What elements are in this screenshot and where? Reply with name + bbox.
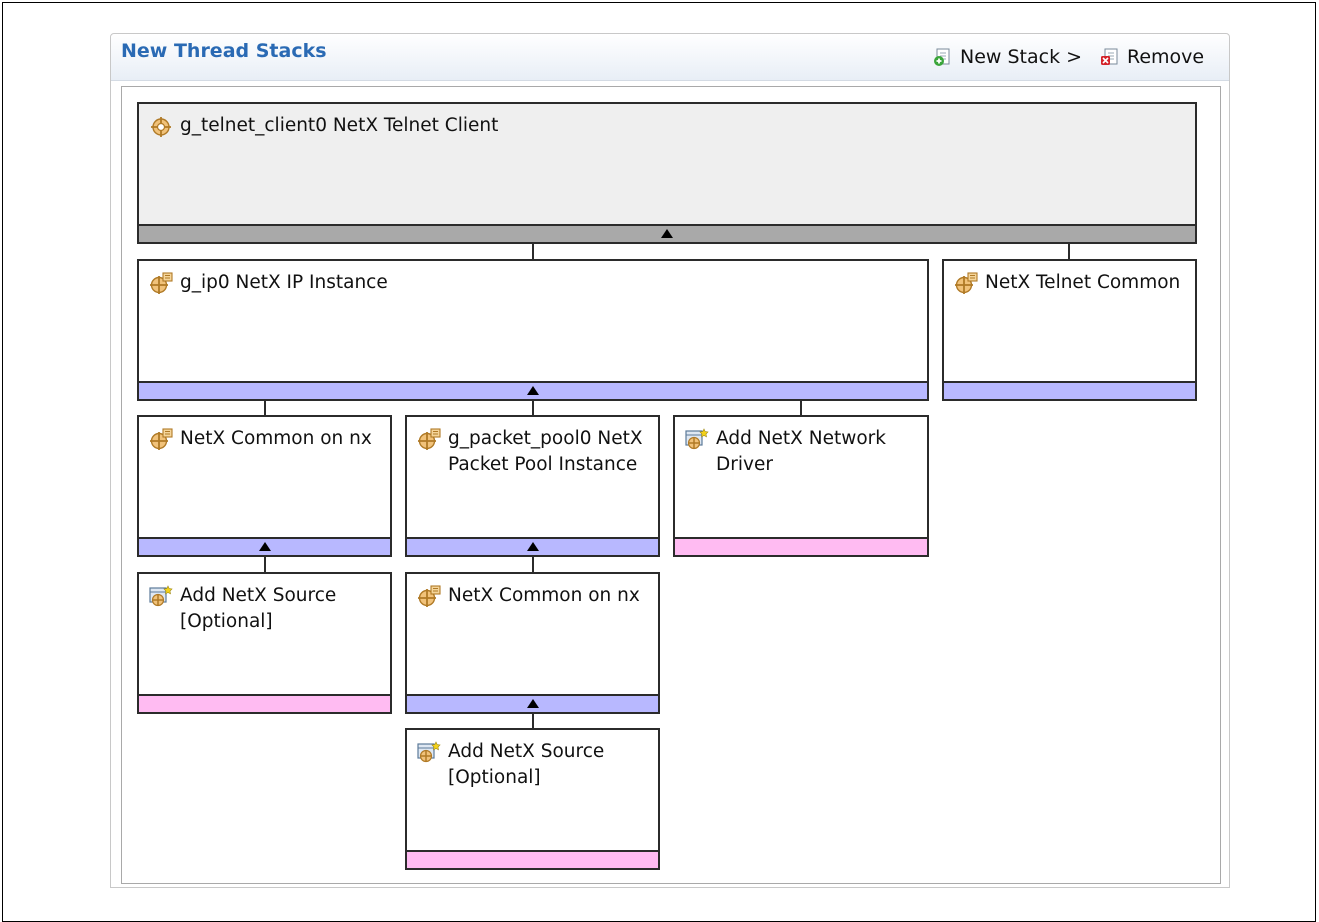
module-bar — [139, 224, 1195, 242]
stack-canvas: g_telnet_client0 NetX Telnet Client g_ip… — [121, 86, 1221, 884]
module-label: NetX Common on nx — [180, 428, 372, 449]
expand-up-arrow-icon[interactable] — [258, 542, 271, 551]
module-bar — [139, 694, 390, 712]
module-add-source-optional[interactable]: Add NetX Source [Optional] — [405, 728, 660, 870]
add-module-icon — [417, 741, 441, 765]
module-gear-icon — [417, 585, 441, 609]
remove-button[interactable]: Remove — [1100, 45, 1204, 69]
module-gear-icon — [417, 428, 441, 452]
module-add-network-driver[interactable]: Add NetX Network Driver — [673, 415, 929, 557]
module-ip-instance[interactable]: g_ip0 NetX IP Instance — [137, 259, 929, 401]
module-add-source-optional[interactable]: Add NetX Source [Optional] — [137, 572, 392, 714]
module-label: g_ip0 NetX IP Instance — [180, 272, 388, 293]
module-bar — [944, 381, 1195, 399]
module-bar — [139, 537, 390, 555]
expand-up-arrow-icon[interactable] — [527, 386, 539, 395]
expand-up-arrow-icon[interactable] — [526, 542, 539, 551]
module-packet-pool[interactable]: g_packet_pool0 NetX Packet Pool Instance — [405, 415, 660, 557]
module-label: Add NetX Network Driver — [716, 428, 886, 475]
new-stack-label: New Stack > — [960, 46, 1083, 68]
module-label: NetX Telnet Common — [985, 272, 1181, 293]
add-module-icon — [149, 585, 173, 609]
add-module-icon — [685, 428, 709, 452]
module-gear-icon — [149, 115, 173, 139]
module-label: g_packet_pool0 NetX Packet Pool Instance — [448, 428, 643, 475]
module-label: g_telnet_client0 NetX Telnet Client — [180, 115, 499, 136]
panel-title: New Thread Stacks — [121, 40, 327, 62]
module-bar — [407, 537, 658, 555]
expand-up-arrow-icon[interactable] — [661, 229, 673, 238]
panel-header: New Thread Stacks New Stack > Remove — [111, 34, 1229, 81]
thread-stacks-panel: New Thread Stacks New Stack > Remove g_t… — [110, 33, 1230, 888]
module-label: NetX Common on nx — [448, 585, 640, 606]
module-gear-icon — [149, 272, 173, 296]
module-bar — [407, 694, 658, 712]
module-bar — [139, 381, 927, 399]
remove-label: Remove — [1127, 46, 1205, 68]
module-telnet-client[interactable]: g_telnet_client0 NetX Telnet Client — [137, 102, 1197, 244]
module-gear-icon — [149, 428, 173, 452]
module-common-on-nx[interactable]: NetX Common on nx — [405, 572, 660, 714]
module-common-on-nx[interactable]: NetX Common on nx — [137, 415, 392, 557]
module-bar — [407, 850, 658, 868]
module-telnet-common[interactable]: NetX Telnet Common — [942, 259, 1197, 401]
module-bar — [675, 537, 927, 555]
new-stack-button[interactable]: New Stack > — [933, 45, 1082, 69]
remove-icon — [1100, 47, 1120, 67]
new-stack-icon — [933, 47, 953, 67]
module-label: Add NetX Source [Optional] — [448, 741, 605, 788]
expand-up-arrow-icon[interactable] — [526, 699, 539, 708]
module-label: Add NetX Source [Optional] — [180, 585, 337, 632]
module-gear-icon — [954, 272, 978, 296]
